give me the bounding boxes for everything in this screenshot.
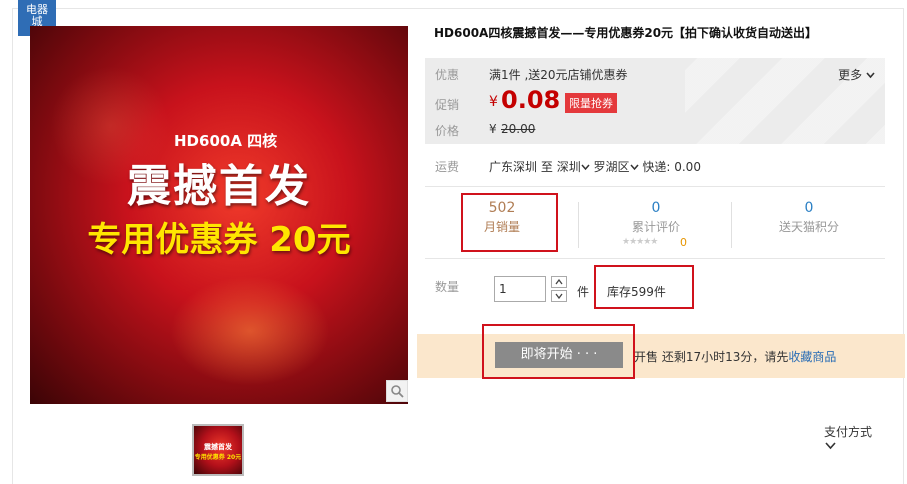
thumbnail-line-2: 专用优惠券 20元 <box>194 454 242 461</box>
reviews-stat[interactable]: 0 累计评价 <box>581 200 731 235</box>
image-headline: 震撼首发 <box>127 161 311 212</box>
image-coupon-text: 专用优惠券 20元 <box>87 220 351 260</box>
chevron-down-icon <box>866 72 875 79</box>
quantity-decrease-button[interactable] <box>551 290 567 302</box>
original-currency: ¥ <box>489 122 497 136</box>
ship-district-select[interactable]: 罗湖区 <box>594 160 639 174</box>
chevron-down-icon <box>581 164 590 171</box>
zoom-icon[interactable] <box>386 380 408 402</box>
ship-district: 罗湖区 <box>593 160 630 174</box>
image-model-text: HD600A 四核 <box>174 132 278 150</box>
original-price-label: 价格 <box>435 124 460 138</box>
coupon-text: 满1件 ,送20元店铺优惠券 <box>489 68 628 82</box>
original-price: 20.00 <box>501 122 536 136</box>
divider-top <box>425 186 885 187</box>
more-label: 更多 <box>838 68 863 82</box>
magnifier-icon <box>391 385 404 398</box>
chevron-down-icon <box>555 293 563 299</box>
highlight-box-sales <box>461 193 558 252</box>
chevron-up-icon <box>555 279 563 285</box>
chevron-down-icon[interactable] <box>825 442 836 450</box>
quantity-label: 数量 <box>435 280 460 294</box>
promo-price: 0.08 <box>501 86 561 114</box>
stat-divider-2 <box>731 202 732 248</box>
review-stars-icon: ★★★★★ <box>622 237 658 247</box>
payment-methods-label[interactable]: 支付方式 <box>824 423 872 440</box>
promo-tag: 限量抢券 <box>565 93 617 113</box>
highlight-box-buy <box>482 324 635 379</box>
price-box: 优惠 满1件 ,送20元店铺优惠券 更多 促销 ¥ 0.08 限量抢券 价格 ¥… <box>425 58 885 144</box>
ship-express: 快递: 0.00 <box>642 160 701 174</box>
thumbnail-image[interactable]: 震撼首发 专用优惠券 20元 <box>192 424 244 476</box>
favorite-link[interactable]: 收藏商品 <box>788 350 836 364</box>
countdown-text: 开售 还剩17小时13分，请先 <box>634 350 789 364</box>
ship-city-select[interactable]: 深圳 <box>557 160 590 174</box>
more-dropdown[interactable]: 更多 <box>838 66 875 83</box>
review-star-count: 0 <box>680 236 687 249</box>
coupon-label: 优惠 <box>435 68 460 82</box>
points-value: 0 <box>804 200 814 216</box>
points-stat: 0 送天猫积分 <box>734 200 884 235</box>
stat-divider-1 <box>578 202 579 248</box>
thumbnail-line-1: 震撼首发 <box>204 443 232 451</box>
quantity-input[interactable]: 1 <box>494 276 546 302</box>
shipping-details: 广东深圳 至 深圳 罗湖区 快递: 0.00 <box>489 158 701 175</box>
reviews-label: 累计评价 <box>631 220 680 234</box>
divider-bottom <box>425 258 885 259</box>
product-title: HD600A四核震撼首发——专用优惠券20元【拍下确认收货自动送出】 <box>434 26 818 40</box>
chevron-down-icon <box>629 164 639 171</box>
reviews-value: 0 <box>651 200 661 216</box>
main-product-image[interactable]: HD600A 四核 震撼首发 专用优惠券 20元 <box>30 26 408 404</box>
ship-from: 广东深圳 <box>489 160 538 174</box>
promo-currency: ¥ <box>489 94 498 110</box>
ship-to-word: 至 <box>540 160 553 174</box>
shipping-label: 运费 <box>435 160 460 174</box>
quantity-unit: 件 <box>577 285 590 299</box>
promo-label: 促销 <box>435 98 460 112</box>
quantity-increase-button[interactable] <box>551 276 567 288</box>
ship-city: 深圳 <box>556 160 581 174</box>
highlight-box-stock <box>594 265 694 309</box>
points-label: 送天猫积分 <box>778 220 839 234</box>
sale-countdown-note: 开售 还剩17小时13分，请先收藏商品 <box>634 348 836 365</box>
image-glow-bottom <box>170 276 330 386</box>
